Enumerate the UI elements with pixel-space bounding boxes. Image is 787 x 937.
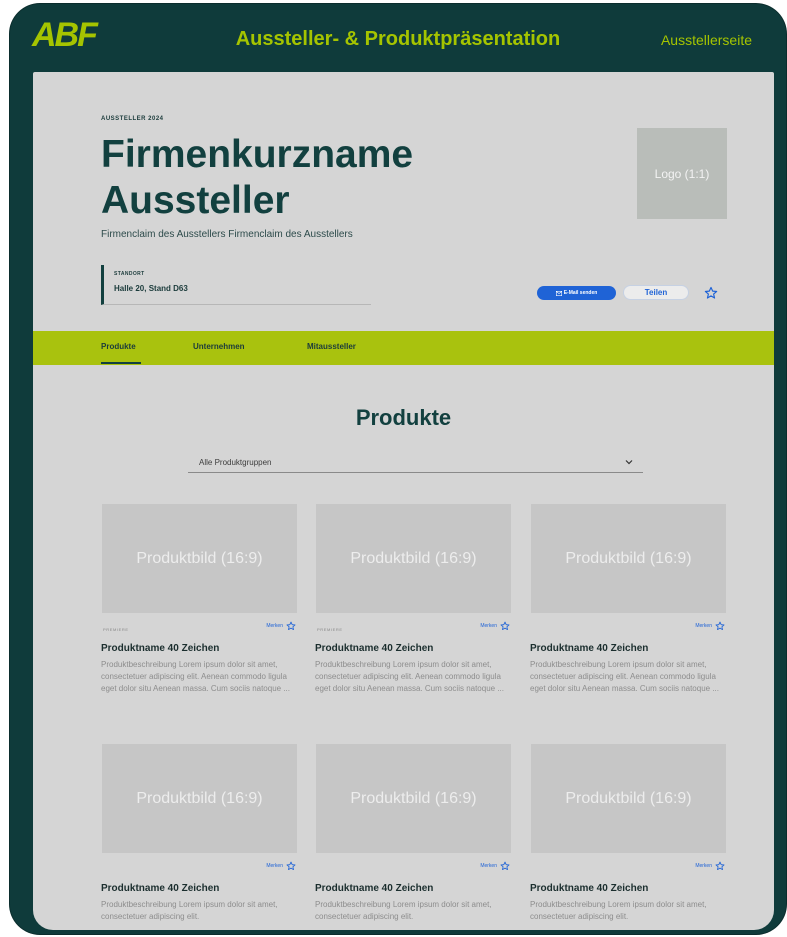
product-image-placeholder[interactable]: Produktbild (16:9): [316, 744, 511, 853]
active-tab-indicator: [101, 362, 141, 364]
bookmark-button[interactable]: Merken: [480, 621, 510, 631]
company-name-line1: Firmenkurzname: [101, 133, 414, 176]
location-box: STANDORT Halle 20, Stand D63: [101, 265, 371, 305]
bookmark-label: Merken: [480, 623, 497, 629]
product-name[interactable]: Produktname 40 Zeichen: [315, 883, 433, 894]
product-name[interactable]: Produktname 40 Zeichen: [530, 883, 648, 894]
product-image-placeholder[interactable]: Produktbild (16:9): [102, 744, 297, 853]
bookmark-label: Merken: [266, 863, 283, 869]
tablet-frame: ABF Aussteller- & Produktpräsentation Au…: [10, 4, 786, 934]
tab-produkte[interactable]: Produkte: [101, 342, 136, 351]
logo-placeholder-label: Logo (1:1): [654, 166, 710, 181]
products-heading: Produkte: [355, 405, 452, 430]
exhibitor-page-link[interactable]: Ausstellerseite: [661, 32, 752, 48]
tab-mitaussteller[interactable]: Mitaussteller: [307, 342, 356, 351]
bookmark-button[interactable]: Merken: [480, 861, 510, 871]
location-value: Halle 20, Stand D63: [114, 284, 188, 293]
bookmark-label: Merken: [266, 623, 283, 629]
premiere-badge: PREMIERE: [103, 627, 129, 632]
premiere-badge: PREMIERE: [317, 627, 343, 632]
mail-icon: [555, 290, 562, 296]
product-description: Produktbeschreibung Lorem ipsum dolor si…: [530, 660, 719, 693]
product-image-placeholder[interactable]: Produktbild (16:9): [531, 504, 726, 613]
product-description: Produktbeschreibung Lorem ipsum dolor si…: [101, 900, 278, 921]
bookmark-button[interactable]: Merken: [266, 861, 296, 871]
product-group-select[interactable]: Alle Produktgruppen: [188, 454, 643, 473]
bookmark-button[interactable]: Merken: [695, 621, 725, 631]
bookmark-label: Merken: [480, 863, 497, 869]
bookmark-label: Merken: [695, 863, 712, 869]
bookmark-button[interactable]: Merken: [266, 621, 296, 631]
company-logo-placeholder: Logo (1:1): [637, 128, 727, 219]
product-image-placeholder[interactable]: Produktbild (16:9): [102, 504, 297, 613]
star-icon: [715, 621, 725, 630]
product-name[interactable]: Produktname 40 Zeichen: [101, 643, 219, 654]
share-label: Teilen: [644, 288, 668, 297]
tab-bar: Produkte Unternehmen Mitaussteller: [33, 331, 774, 365]
chevron-down-icon: [625, 460, 633, 465]
bookmark-button[interactable]: Merken: [695, 861, 725, 871]
send-email-label: E-Mail senden: [563, 290, 598, 296]
favorite-star-icon[interactable]: [704, 286, 718, 300]
product-name[interactable]: Produktname 40 Zeichen: [101, 883, 219, 894]
send-email-button[interactable]: E-Mail senden: [537, 286, 616, 300]
star-icon: [286, 861, 296, 870]
product-description: Produktbeschreibung Lorem ipsum dolor si…: [530, 900, 707, 921]
star-icon: [715, 861, 725, 870]
star-icon: [500, 861, 510, 870]
page-content[interactable]: AUSSTELLER 2024 Firmenkurzname Ausstelle…: [33, 72, 774, 930]
location-label: STANDORT: [114, 271, 145, 277]
product-description: Produktbeschreibung Lorem ipsum dolor si…: [101, 660, 290, 693]
tab-unternehmen[interactable]: Unternehmen: [193, 342, 245, 351]
company-name-line2: Aussteller: [101, 179, 290, 222]
app-header: ABF Aussteller- & Produktpräsentation Au…: [10, 4, 786, 68]
exhibitor-year-label: AUSSTELLER 2024: [101, 116, 164, 122]
product-name[interactable]: Produktname 40 Zeichen: [315, 643, 433, 654]
product-description: Produktbeschreibung Lorem ipsum dolor si…: [315, 900, 492, 921]
company-claim: Firmenclaim des Ausstellers Firmenclaim …: [101, 229, 353, 240]
product-image-placeholder[interactable]: Produktbild (16:9): [316, 504, 511, 613]
product-image-placeholder[interactable]: Produktbild (16:9): [531, 744, 726, 853]
star-icon: [286, 621, 296, 630]
bookmark-label: Merken: [695, 623, 712, 629]
share-button[interactable]: Teilen: [623, 285, 689, 300]
star-icon: [500, 621, 510, 630]
exhibitor-hero: AUSSTELLER 2024 Firmenkurzname Ausstelle…: [33, 72, 774, 332]
product-name[interactable]: Produktname 40 Zeichen: [530, 643, 648, 654]
company-name: Firmenkurzname Aussteller: [101, 132, 521, 224]
product-group-value: Alle Produktgruppen: [199, 458, 272, 467]
product-description: Produktbeschreibung Lorem ipsum dolor si…: [315, 660, 504, 693]
